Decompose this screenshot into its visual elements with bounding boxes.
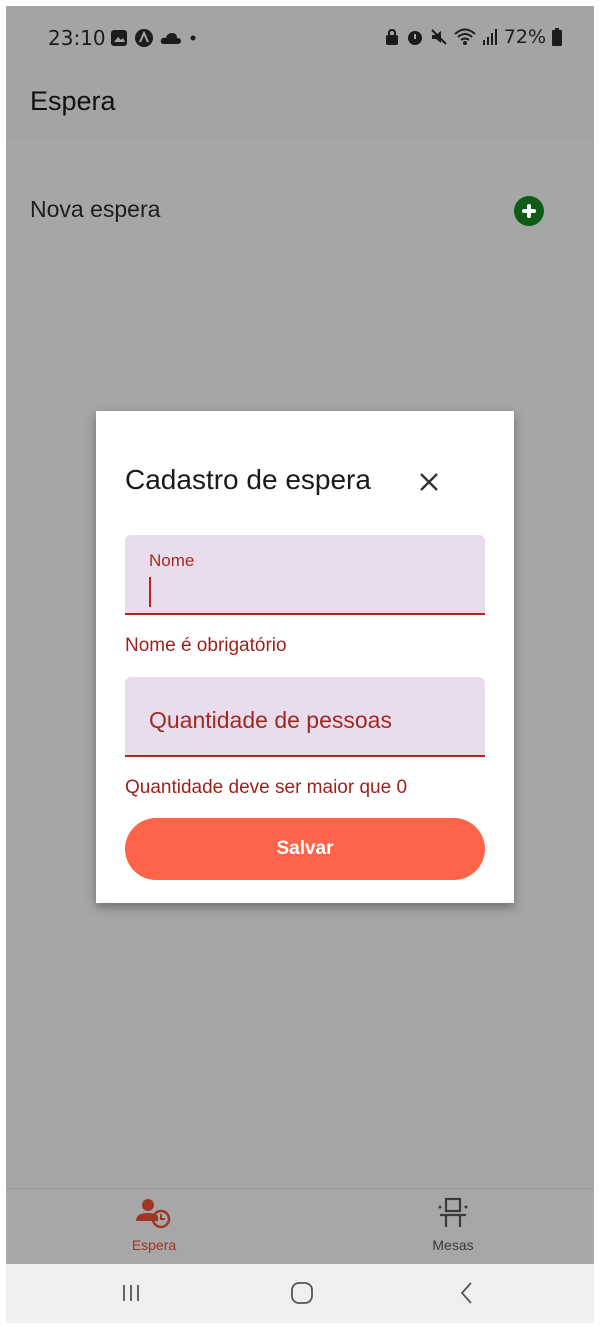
quantidade-error-text: Quantidade deve ser maior que 0 bbox=[125, 777, 408, 798]
dot-icon bbox=[190, 35, 196, 41]
chair-icon bbox=[438, 1197, 468, 1227]
battery-percent: 72% bbox=[503, 26, 546, 48]
system-nav-bar bbox=[6, 1264, 594, 1323]
page-title: Espera bbox=[30, 86, 116, 116]
status-time: 23:10 bbox=[48, 26, 106, 50]
nav-item-mesas[interactable]: Mesas bbox=[393, 1197, 513, 1253]
cloud-icon bbox=[160, 33, 181, 44]
nav-item-espera[interactable]: Espera bbox=[94, 1197, 214, 1253]
app-bar: Espera bbox=[6, 68, 594, 140]
status-system-icons: 72% bbox=[384, 26, 562, 48]
signal-icon bbox=[482, 29, 497, 45]
gallery-icon bbox=[111, 30, 127, 46]
person-clock-icon bbox=[136, 1199, 171, 1229]
add-espera-button[interactable] bbox=[514, 196, 544, 226]
app-a-icon bbox=[135, 29, 153, 47]
cadastro-dialog: Cadastro de espera Nome Nome é obrigatór… bbox=[96, 411, 514, 903]
alarm-icon bbox=[407, 31, 422, 45]
save-button[interactable]: Salvar bbox=[125, 818, 485, 880]
nova-espera-label: Nova espera bbox=[30, 196, 161, 222]
status-bar: 23:10 72% bbox=[6, 6, 594, 68]
nome-label: Nome bbox=[149, 551, 195, 570]
battery-icon bbox=[552, 28, 562, 46]
nome-input[interactable]: Nome bbox=[125, 535, 485, 615]
lock-icon bbox=[385, 28, 398, 45]
wifi-icon bbox=[454, 28, 476, 45]
home-icon[interactable] bbox=[287, 1278, 317, 1308]
nome-error-text: Nome é obrigatório bbox=[125, 635, 287, 656]
quantidade-input[interactable]: Quantidade de pessoas bbox=[125, 677, 485, 757]
bottom-nav: Espera Mesas bbox=[6, 1188, 594, 1264]
mute-icon bbox=[431, 29, 447, 45]
back-icon[interactable] bbox=[453, 1278, 483, 1308]
quantidade-placeholder: Quantidade de pessoas bbox=[149, 707, 392, 733]
status-notification-icons bbox=[110, 28, 198, 48]
app-screen: 23:10 72% Espera Nova espera Cadastro de… bbox=[6, 6, 594, 1323]
dialog-title: Cadastro de espera bbox=[125, 464, 371, 495]
close-icon[interactable] bbox=[416, 469, 442, 495]
nav-label-espera: Espera bbox=[131, 1237, 177, 1253]
nav-label-mesas: Mesas bbox=[432, 1237, 474, 1253]
recents-icon[interactable] bbox=[116, 1278, 146, 1308]
text-cursor bbox=[149, 577, 151, 607]
